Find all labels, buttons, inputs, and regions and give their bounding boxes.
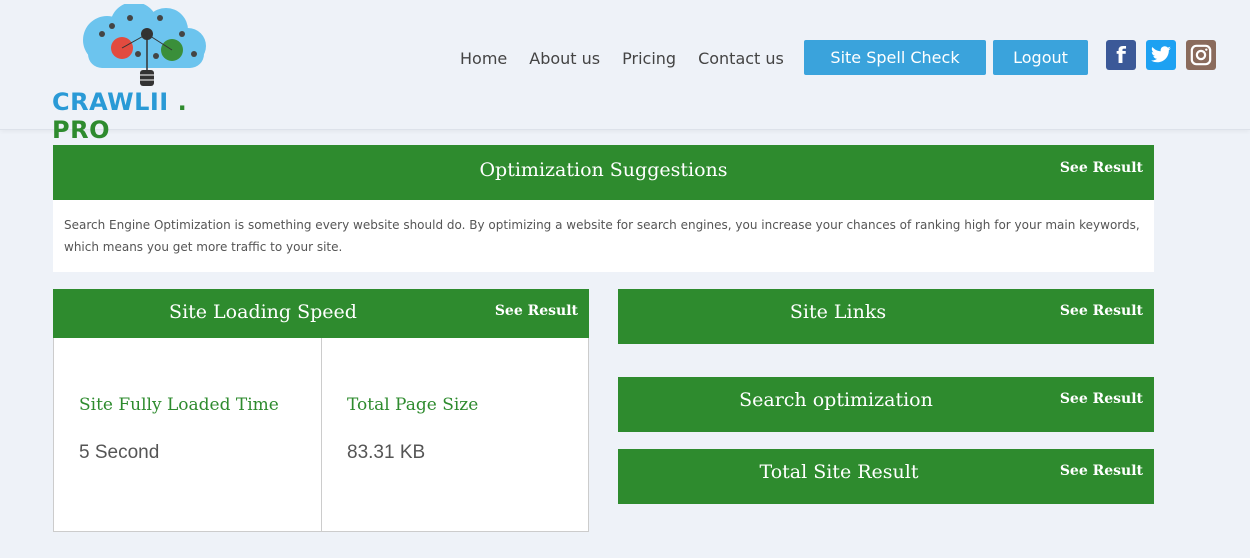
site-fully-loaded-time-value: 5 Second: [79, 442, 160, 463]
nav-pricing-link[interactable]: Pricing: [622, 49, 676, 68]
optimization-suggestions-header: Optimization Suggestions See Result: [53, 145, 1154, 200]
facebook-icon: f: [1116, 44, 1126, 69]
site-loading-speed-header: Site Loading Speed See Result: [53, 289, 589, 339]
total-see-result-link[interactable]: See Result: [1060, 463, 1143, 479]
speed-see-result-link[interactable]: See Result: [495, 303, 578, 319]
total-page-size-value: 83.31 KB: [347, 442, 426, 463]
site-links-header: Site Links See Result: [618, 289, 1154, 344]
total-page-size-label: Total Page Size: [347, 395, 479, 415]
twitter-link[interactable]: [1146, 40, 1176, 70]
site-header: CRAWLII . PRO Home About us Pricing Cont…: [0, 0, 1250, 144]
facebook-link[interactable]: f: [1106, 40, 1136, 70]
logout-button[interactable]: Logout: [993, 40, 1088, 75]
cloud-logo-icon: [83, 4, 206, 86]
search-see-result-link[interactable]: See Result: [1060, 391, 1143, 407]
search-optimization-header: Search optimization See Result: [618, 377, 1154, 432]
site-spell-check-button[interactable]: Site Spell Check: [804, 40, 986, 75]
site-links-title: Site Links: [789, 301, 887, 323]
nav-contact-link[interactable]: Contact us: [698, 49, 784, 68]
nav-about-link[interactable]: About us: [529, 49, 600, 68]
links-see-result-link[interactable]: See Result: [1060, 303, 1143, 319]
site-loading-speed-panel: Site Fully Loaded Time 5 Second Total Pa…: [53, 338, 589, 532]
instagram-link[interactable]: [1186, 40, 1216, 70]
speed-divider: [321, 338, 322, 531]
logo-text-crawlii: CRAWLII: [52, 88, 169, 116]
site-loading-speed-title: Site Loading Speed: [169, 301, 357, 323]
search-optimization-title: Search optimization: [739, 389, 933, 411]
total-site-result-header: Total Site Result See Result: [618, 449, 1154, 504]
optimization-suggestions-title: Optimization Suggestions: [479, 159, 728, 181]
logo[interactable]: CRAWLII . PRO: [52, 4, 252, 144]
twitter-icon: [1151, 46, 1171, 63]
optimization-description: Search Engine Optimization is something …: [53, 200, 1154, 272]
main-nav: Home About us Pricing Contact us: [460, 40, 806, 76]
total-site-result-title: Total Site Result: [759, 461, 919, 483]
instagram-icon: [1190, 44, 1212, 66]
optimization-see-result-link[interactable]: See Result: [1060, 160, 1143, 176]
nav-home-link[interactable]: Home: [460, 49, 507, 68]
site-fully-loaded-time-label: Site Fully Loaded Time: [79, 395, 279, 415]
logo-text: CRAWLII . PRO: [52, 88, 252, 144]
